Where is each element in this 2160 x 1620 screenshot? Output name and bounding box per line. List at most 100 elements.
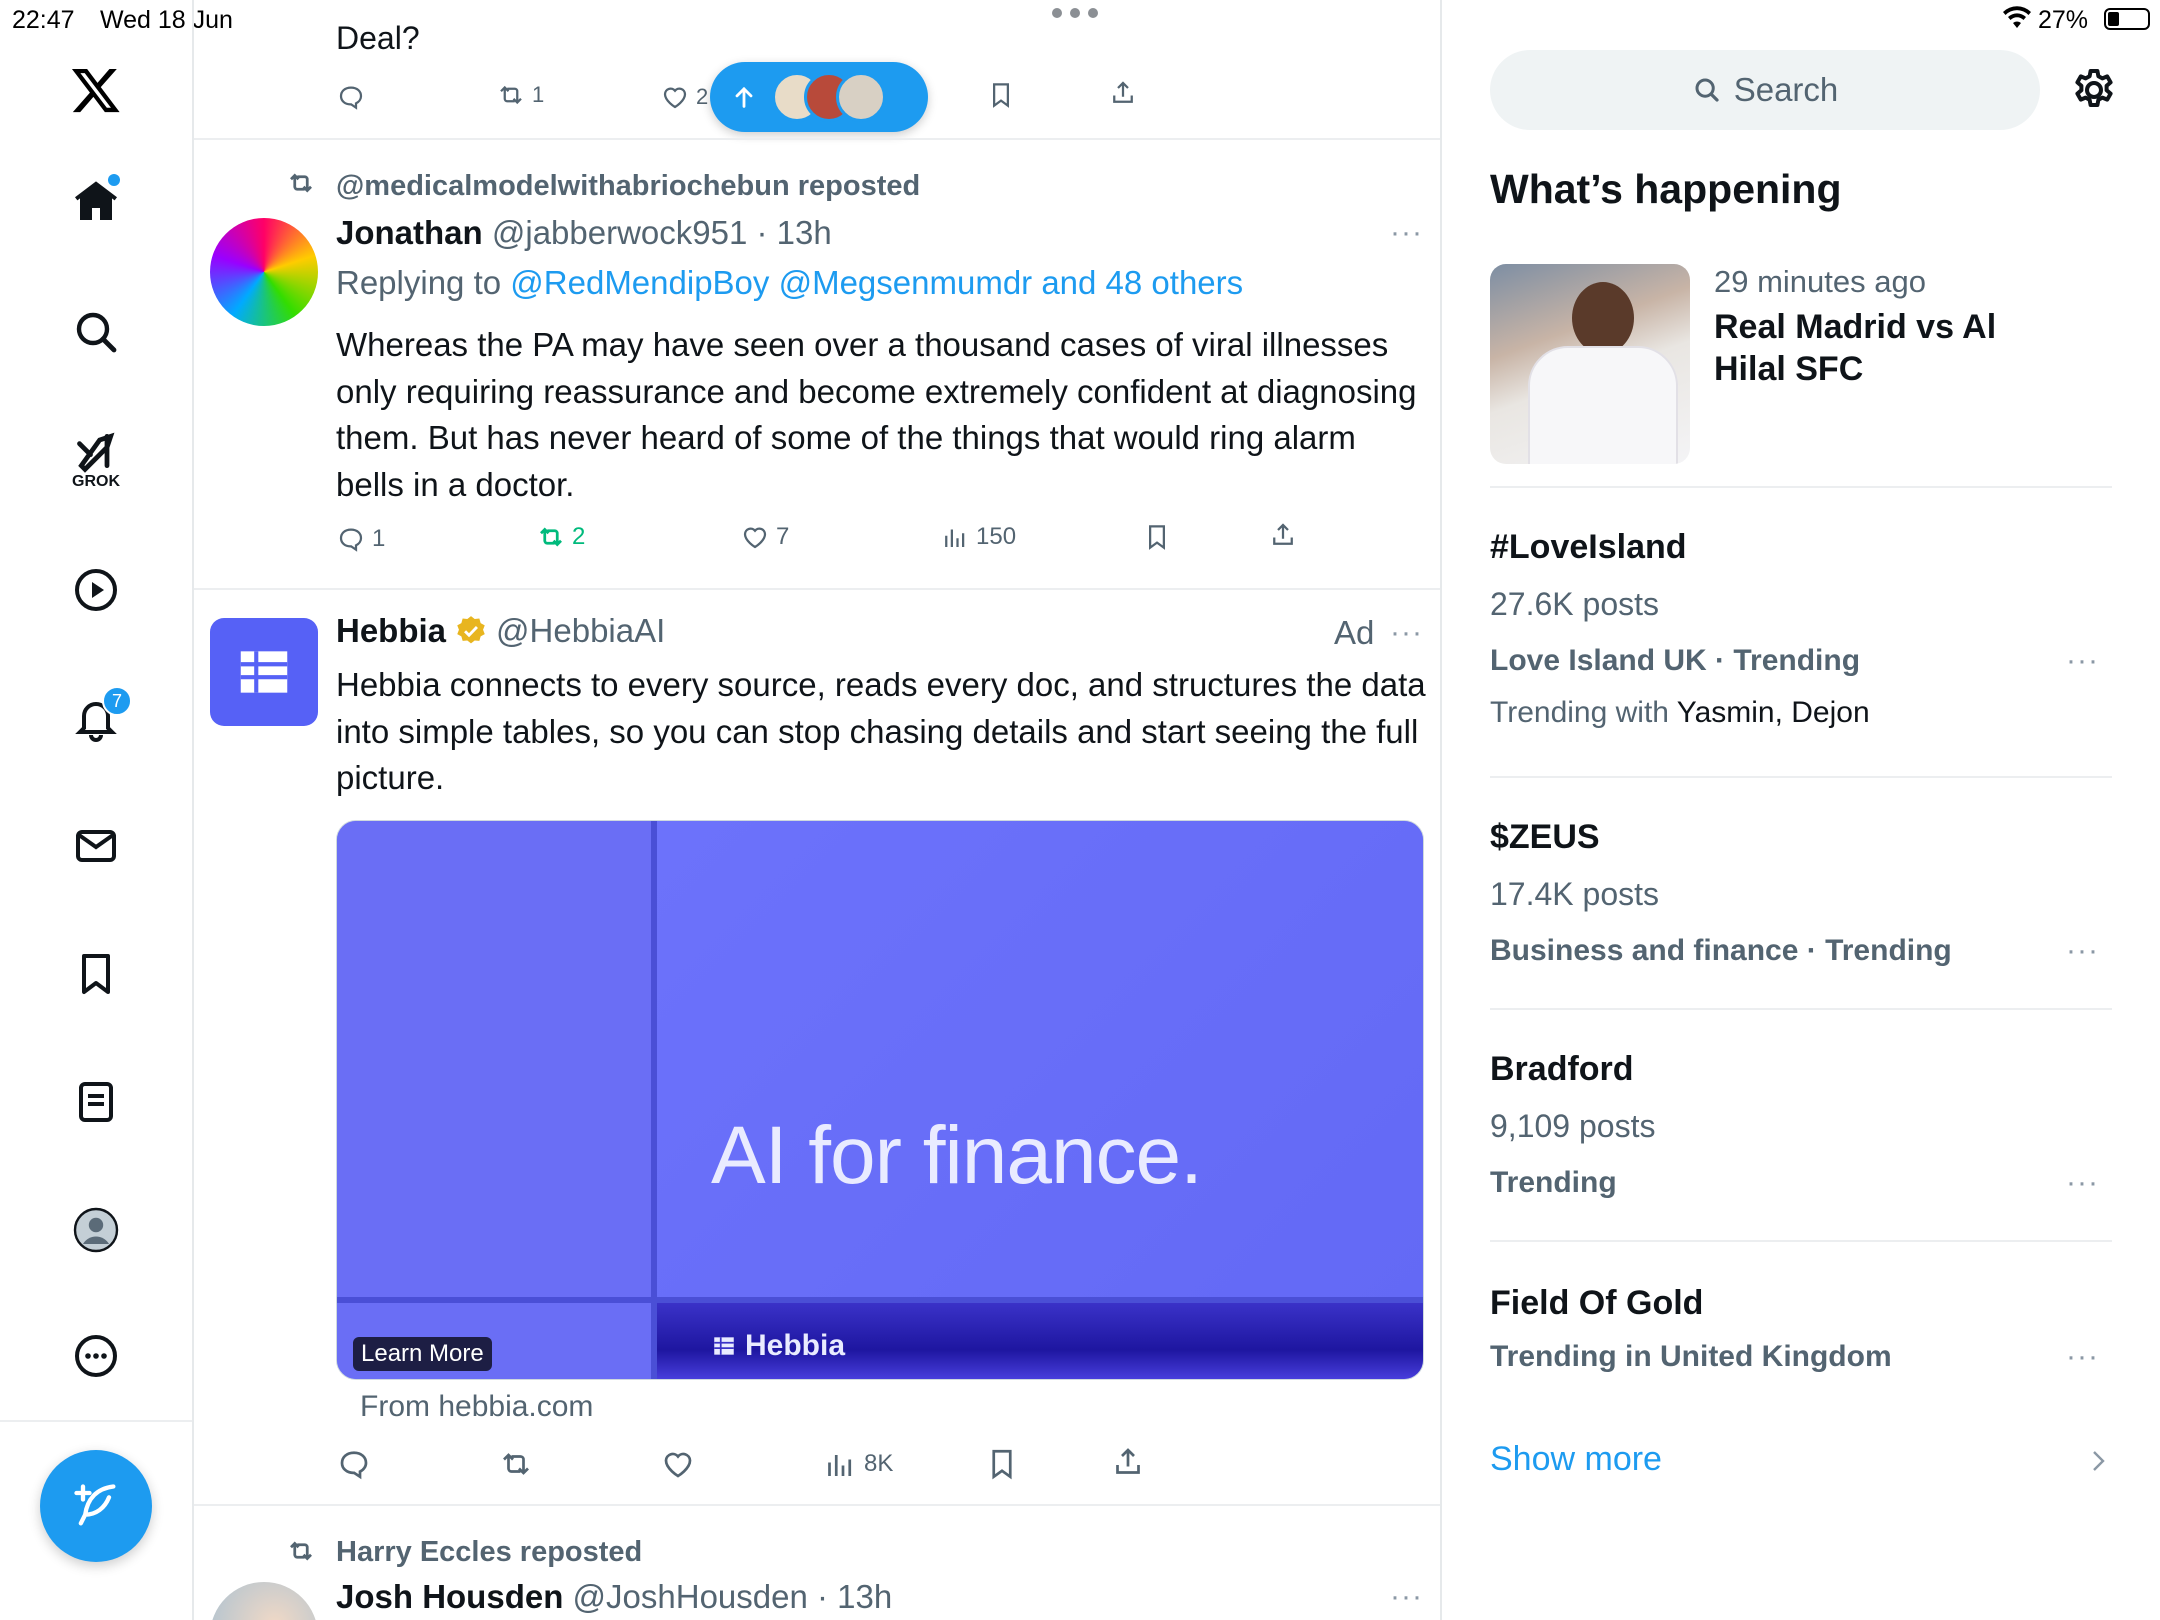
prev-retweet-count: 1	[532, 82, 545, 107]
bookmark-icon	[992, 1449, 1012, 1480]
trend-post-count: 9,109 posts	[1490, 1108, 1656, 1144]
ad-media-card[interactable]: AI for finance. Hebbia Learn More	[336, 820, 1424, 1380]
settings-gear-icon[interactable]	[2070, 66, 2118, 119]
replying-to-users[interactable]: @RedMendipBoy @Megsenmumdr and 48 others	[510, 264, 1243, 301]
battery-icon	[2104, 8, 2150, 30]
trend-divider	[1490, 776, 2112, 778]
ad-more-button[interactable]: ···	[1390, 616, 1423, 650]
featured-trend-image[interactable]	[1490, 264, 1690, 464]
prev-retweet-button[interactable]: 1	[496, 80, 544, 110]
trends-heading: What’s happening	[1490, 166, 1842, 212]
retweet-icon	[540, 527, 562, 547]
ad-author-handle[interactable]: @HebbiaAI	[496, 612, 665, 650]
post-time[interactable]: 13h	[837, 1578, 892, 1615]
new-posts-pill[interactable]	[710, 62, 928, 132]
prev-reply-button[interactable]	[336, 82, 366, 112]
heart-icon	[664, 1452, 692, 1478]
home-icon[interactable]	[68, 174, 124, 230]
search-icon[interactable]	[68, 304, 124, 360]
trend-title[interactable]: $ZEUS	[1490, 818, 1600, 857]
hebbia-logo-avatar[interactable]	[210, 618, 318, 726]
trend-related-names: Yasmin, Dejon	[1676, 696, 1870, 729]
trend-title[interactable]: Bradford	[1490, 1050, 1634, 1089]
repost-label: Harry Eccles reposted	[336, 1536, 643, 1568]
post-divider	[194, 1504, 1440, 1506]
retweet-button[interactable]: 2	[536, 522, 585, 552]
post-more-button[interactable]: ···	[1390, 1580, 1423, 1614]
notifications-badge: 7	[102, 686, 132, 716]
views-count: 150	[976, 523, 1017, 550]
reply-button[interactable]: 1	[336, 524, 385, 554]
trend-more-button[interactable]: ···	[2066, 1340, 2099, 1374]
more-options-icon[interactable]	[68, 1328, 124, 1384]
replying-line: Replying to @RedMendipBoy @Megsenmumdr a…	[336, 264, 1243, 302]
grok-label: GROK	[72, 473, 120, 490]
author-avatar[interactable]	[210, 218, 318, 326]
trend-post-count: 17.4K posts	[1490, 876, 1659, 912]
author-handle[interactable]: @JoshHousden	[573, 1578, 808, 1615]
trend-meta: Trending	[1490, 1166, 1617, 1199]
share-icon	[1273, 523, 1293, 545]
reply-icon	[339, 528, 363, 552]
bookmarks-icon[interactable]	[68, 946, 124, 1002]
ad-like-button[interactable]	[660, 1446, 696, 1482]
author-name[interactable]: Jonathan	[336, 214, 483, 251]
search-icon	[1695, 78, 1719, 102]
compose-post-button[interactable]	[40, 1450, 152, 1562]
ad-share-button[interactable]	[1110, 1444, 1146, 1480]
trend-more-button[interactable]: ···	[2066, 1166, 2099, 1200]
grok-icon[interactable]: GROK	[68, 424, 124, 496]
notifications-bell-icon[interactable]: 7	[68, 686, 132, 746]
reply-count: 1	[372, 525, 386, 552]
multitasking-dots[interactable]	[1052, 8, 1098, 18]
messages-envelope-icon[interactable]	[68, 818, 124, 874]
trend-more-button[interactable]: ···	[2066, 644, 2099, 678]
views-button[interactable]: 150	[940, 522, 1016, 552]
table-grid-icon	[714, 1337, 734, 1355]
ad-reply-button[interactable]	[336, 1446, 372, 1482]
post-time[interactable]: 13h	[777, 214, 832, 251]
trend-divider	[1490, 1008, 2112, 1010]
trend-title[interactable]: #LoveIsland	[1490, 528, 1687, 567]
ad-label: Ad	[1334, 614, 1375, 651]
ad-image-brand-name: Hebbia	[745, 1329, 846, 1362]
ad-views-button[interactable]: 8K	[822, 1446, 893, 1482]
featured-trend-title[interactable]: Real Madrid vs Al Hilal SFC	[1714, 306, 2044, 390]
ad-author-name[interactable]: Hebbia	[336, 612, 446, 650]
battery-percent: 27%	[2038, 6, 2089, 34]
ad-panel	[337, 821, 651, 1297]
repost-label: @medicalmodelwithabriochebun reposted	[336, 170, 921, 202]
trend-more-button[interactable]: ···	[2066, 934, 2099, 968]
profile-avatar-icon[interactable]	[68, 1202, 124, 1258]
share-button[interactable]	[1268, 520, 1298, 550]
x-logo-icon[interactable]	[68, 62, 124, 118]
bookmark-button[interactable]	[1142, 522, 1172, 552]
verified-gold-badge-icon	[457, 616, 485, 644]
photo-figure-head	[1572, 282, 1634, 354]
author-name[interactable]: Josh Housden	[336, 1578, 563, 1615]
ad-retweet-button[interactable]	[498, 1446, 534, 1482]
post-divider	[194, 588, 1440, 590]
trend-title[interactable]: Field Of Gold	[1490, 1284, 1703, 1323]
repost-indicator-icon	[286, 1536, 316, 1566]
ad-bookmark-button[interactable]	[984, 1446, 1020, 1482]
home-unread-dot	[108, 174, 120, 186]
author-avatar[interactable]	[210, 1582, 318, 1620]
pill-avatar	[836, 72, 886, 122]
trend-related: Trending with Yasmin, Dejon	[1490, 696, 1870, 730]
video-play-icon[interactable]	[68, 562, 124, 618]
like-button[interactable]: 7	[740, 522, 789, 552]
lists-icon[interactable]	[68, 1074, 124, 1130]
prev-like-button[interactable]: 2	[660, 82, 708, 112]
prev-share-button[interactable]	[1108, 78, 1138, 108]
ad-image-headline: AI for finance.	[711, 1110, 1203, 1201]
trend-post-count: 27.6K posts	[1490, 586, 1659, 622]
show-more-link[interactable]: Show more	[1490, 1440, 1662, 1479]
post-more-button[interactable]: ···	[1390, 216, 1423, 250]
trend-related-prefix: Trending with	[1490, 696, 1677, 729]
ad-source-domain[interactable]: From hebbia.com	[360, 1390, 593, 1424]
search-bar[interactable]: Search	[1490, 50, 2040, 130]
learn-more-button[interactable]: Learn More	[353, 1337, 492, 1371]
prev-bookmark-button[interactable]	[986, 80, 1016, 110]
author-handle[interactable]: @jabberwock951	[492, 214, 747, 251]
